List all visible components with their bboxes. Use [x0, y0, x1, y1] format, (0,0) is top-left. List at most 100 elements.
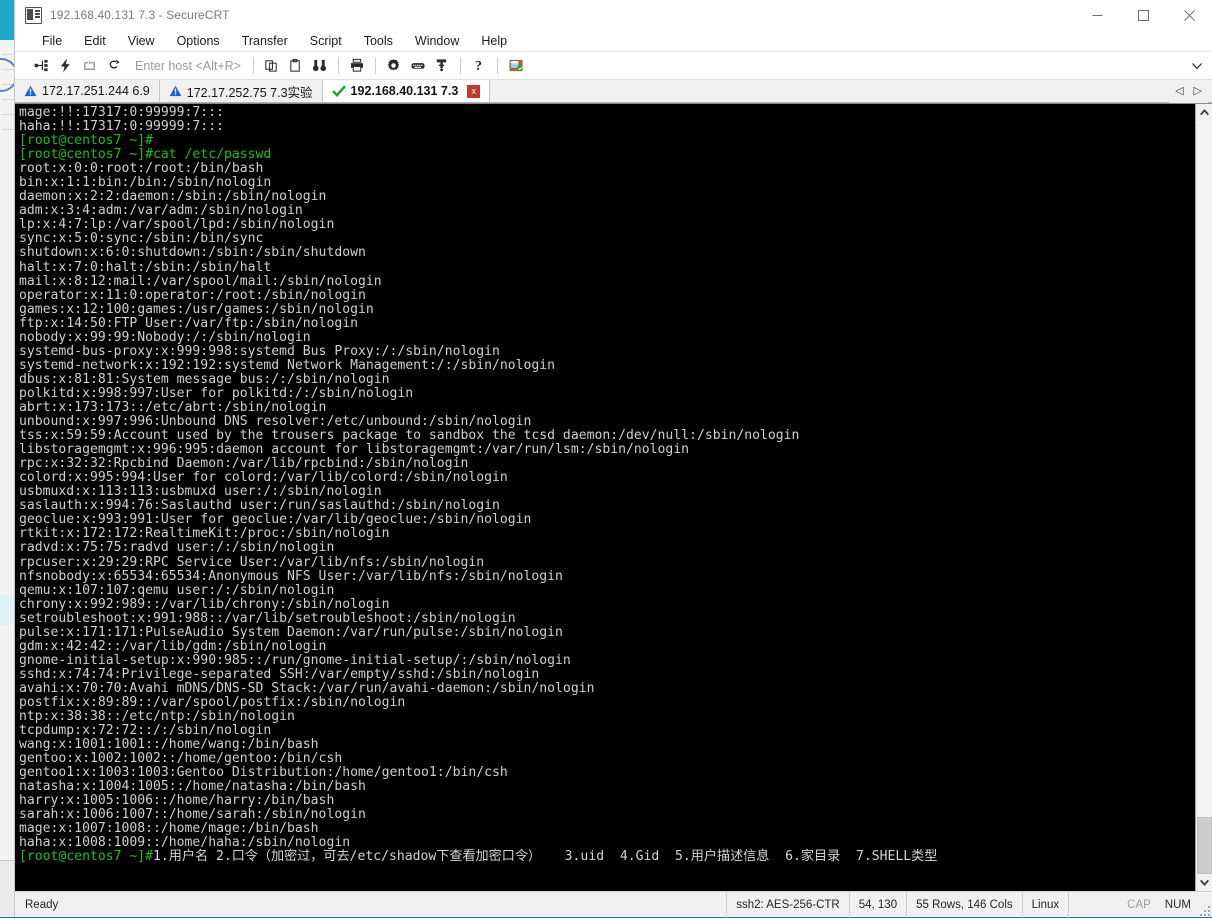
chevron-up-icon: [1200, 109, 1209, 116]
lightning-icon: [58, 58, 73, 73]
terminal-line: mage:!!:17317:0:99999:7:::: [19, 106, 1195, 120]
terminal-line: mail:x:8:12:mail:/var/spool/mail:/sbin/n…: [19, 275, 1195, 289]
close-button[interactable]: [1166, 0, 1212, 30]
toolbar-separator: [460, 57, 461, 74]
chevron-down-icon: [1192, 62, 1202, 70]
terminal-line: sshd:x:74:74:Privilege-separated SSH:/va…: [19, 668, 1195, 682]
connect-button[interactable]: [29, 54, 53, 78]
terminal-scrollbar[interactable]: [1195, 104, 1212, 891]
resize-grip[interactable]: [1198, 892, 1212, 918]
terminal-line: daemon:x:2:2:daemon:/sbin:/sbin/nologin: [19, 190, 1195, 204]
terminal-typed-text: 1.用户名 2.口令（加密过，可去/etc/shadow下查看加密口令） 3.u…: [153, 849, 937, 864]
tab-prev-button[interactable]: ◁: [1175, 86, 1183, 97]
warning-triangle-icon: [169, 85, 182, 97]
terminal-line: halt:x:7:0:halt:/sbin:/sbin/halt: [19, 261, 1195, 275]
terminal-line: bin:x:1:1:bin:/bin:/sbin/nologin: [19, 176, 1195, 190]
tab-label: 192.168.40.131 7.3: [351, 84, 459, 98]
terminal-line: unbound:x:997:996:Unbound DNS resolver:/…: [19, 415, 1195, 429]
disconnect-button[interactable]: [101, 54, 125, 78]
menu-options[interactable]: Options: [166, 32, 231, 50]
scrollbar-thumb[interactable]: [1197, 817, 1212, 874]
terminal-line: nobody:x:99:99:Nobody:/:/sbin/nologin: [19, 331, 1195, 345]
securecrt-app-icon: [25, 7, 42, 24]
terminal-line: systemd-bus-proxy:x:999:998:systemd Bus …: [19, 345, 1195, 359]
scrollbar-down-button[interactable]: [1196, 874, 1212, 891]
scrollbar-up-button[interactable]: [1196, 104, 1212, 121]
terminal-line: rpc:x:32:32:Rpcbind Daemon:/var/lib/rpcb…: [19, 457, 1195, 471]
paste-button[interactable]: [284, 54, 308, 78]
keyboard-button[interactable]: [406, 54, 430, 78]
terminal-line: shutdown:x:6:0:shutdown:/sbin:/sbin/shut…: [19, 246, 1195, 260]
maximize-icon: [1138, 10, 1149, 21]
chevron-down-icon: [1200, 879, 1209, 886]
menu-tools[interactable]: Tools: [353, 32, 404, 50]
tab-close-button[interactable]: x: [467, 85, 480, 98]
status-protocol: ssh2: AES-256-CTR: [726, 892, 849, 918]
title-bar-left: 192.168.40.131 7.3 - SecureCRT: [15, 7, 230, 24]
gear-icon: [386, 58, 401, 73]
toolbar-separator: [375, 57, 376, 74]
tab-172-17-252-75[interactable]: 172.17.252.75 7.3实验: [160, 80, 323, 102]
terminal-line: games:x:12:100:games:/usr/games:/sbin/no…: [19, 303, 1195, 317]
find-button[interactable]: [308, 54, 332, 78]
menu-file[interactable]: File: [31, 32, 73, 50]
terminal-line: rpcuser:x:29:29:RPC Service User:/var/li…: [19, 556, 1195, 570]
print-button[interactable]: [345, 54, 369, 78]
terminal-line: libstoragemgmt:x:996:995:daemon account …: [19, 443, 1195, 457]
connect-in-tab-button[interactable]: [77, 54, 101, 78]
terminal-line: colord:x:995:994:User for colord:/var/li…: [19, 471, 1195, 485]
status-num-indicator: NUM: [1158, 899, 1198, 911]
menu-edit[interactable]: Edit: [73, 32, 117, 50]
scrollbar-track[interactable]: [1196, 121, 1212, 874]
menu-help[interactable]: Help: [470, 32, 518, 50]
tab-next-button[interactable]: ▷: [1194, 86, 1202, 97]
menu-view[interactable]: View: [117, 32, 166, 50]
terminal-line: usbmuxd:x:113:113:usbmuxd user:/:/sbin/n…: [19, 485, 1195, 499]
key-icon: [434, 58, 449, 73]
status-ready-text: Ready: [15, 899, 58, 911]
host-entry-field[interactable]: Enter host <Alt+R>: [125, 59, 247, 73]
status-dimensions: 55 Rows, 146 Cols: [906, 892, 1022, 918]
binoculars-icon: [312, 58, 327, 73]
terminal-line: ntp:x:38:38::/etc/ntp:/sbin/nologin: [19, 710, 1195, 724]
svg-text:?: ?: [475, 58, 482, 73]
tab-192-168-40-131[interactable]: 192.168.40.131 7.3 x: [323, 80, 491, 102]
terminal-line: tss:x:59:59:Account used by the trousers…: [19, 429, 1195, 443]
maximize-button[interactable]: [1120, 0, 1166, 30]
quick-connect-button[interactable]: [53, 54, 77, 78]
tab-label: 172.17.252.75 7.3实验: [187, 82, 313, 101]
tab-bar: 172.17.251.244 6.9 172.17.252.75 7.3实验 1…: [15, 80, 1212, 103]
terminal-line: polkitd:x:998:997:User for polkitd:/:/sb…: [19, 387, 1195, 401]
terminal-line: systemd-network:x:192:192:systemd Networ…: [19, 359, 1195, 373]
terminal-line: nfsnobody:x:65534:65534:Anonymous NFS Us…: [19, 570, 1195, 584]
copy-icon: [264, 58, 279, 73]
window-title: 192.168.40.131 7.3 - SecureCRT: [50, 8, 230, 22]
menu-transfer[interactable]: Transfer: [231, 32, 299, 50]
terminal-line: geoclue:x:993:991:User for geoclue:/var/…: [19, 513, 1195, 527]
menu-window[interactable]: Window: [404, 32, 470, 50]
session-manager-icon: [508, 58, 524, 73]
toolbar: Enter host <Alt+R>: [15, 52, 1212, 80]
terminal-prompt-line: [root@centos7 ~]#1.用户名 2.口令（加密过，可去/etc/s…: [19, 850, 1195, 864]
terminal-line: gentoo1:x:1003:1003:Gentoo Distribution:…: [19, 766, 1195, 780]
terminal-output[interactable]: mage:!!:17317:0:99999:7:::haha:!!:17317:…: [15, 104, 1195, 891]
terminal-line: avahi:x:70:70:Avahi mDNS/DNS-SD Stack:/v…: [19, 682, 1195, 696]
minimize-button[interactable]: [1074, 0, 1120, 30]
toolbar-overflow-button[interactable]: [1188, 52, 1206, 80]
key-button[interactable]: [430, 54, 454, 78]
terminal-line: natasha:x:1004:1005::/home/natasha:/bin/…: [19, 780, 1195, 794]
help-button[interactable]: ?: [467, 54, 491, 78]
checkmark-icon: [332, 85, 346, 97]
copy-button[interactable]: [260, 54, 284, 78]
terminal-line: operator:x:11:0:operator:/root:/sbin/nol…: [19, 289, 1195, 303]
close-icon: [1184, 10, 1195, 21]
menu-script[interactable]: Script: [299, 32, 353, 50]
terminal-line: rtkit:x:172:172:RealtimeKit:/proc:/sbin/…: [19, 527, 1195, 541]
tab-172-17-251-244[interactable]: 172.17.251.244 6.9: [15, 80, 160, 102]
tab-loop-icon: [82, 58, 97, 73]
settings-button[interactable]: [382, 54, 406, 78]
title-bar: 192.168.40.131 7.3 - SecureCRT: [15, 0, 1212, 30]
terminal-line: sync:x:5:0:sync:/sbin:/bin/sync: [19, 232, 1195, 246]
terminal-line: pulse:x:171:171:PulseAudio System Daemon…: [19, 626, 1195, 640]
session-manager-button[interactable]: [504, 54, 528, 78]
